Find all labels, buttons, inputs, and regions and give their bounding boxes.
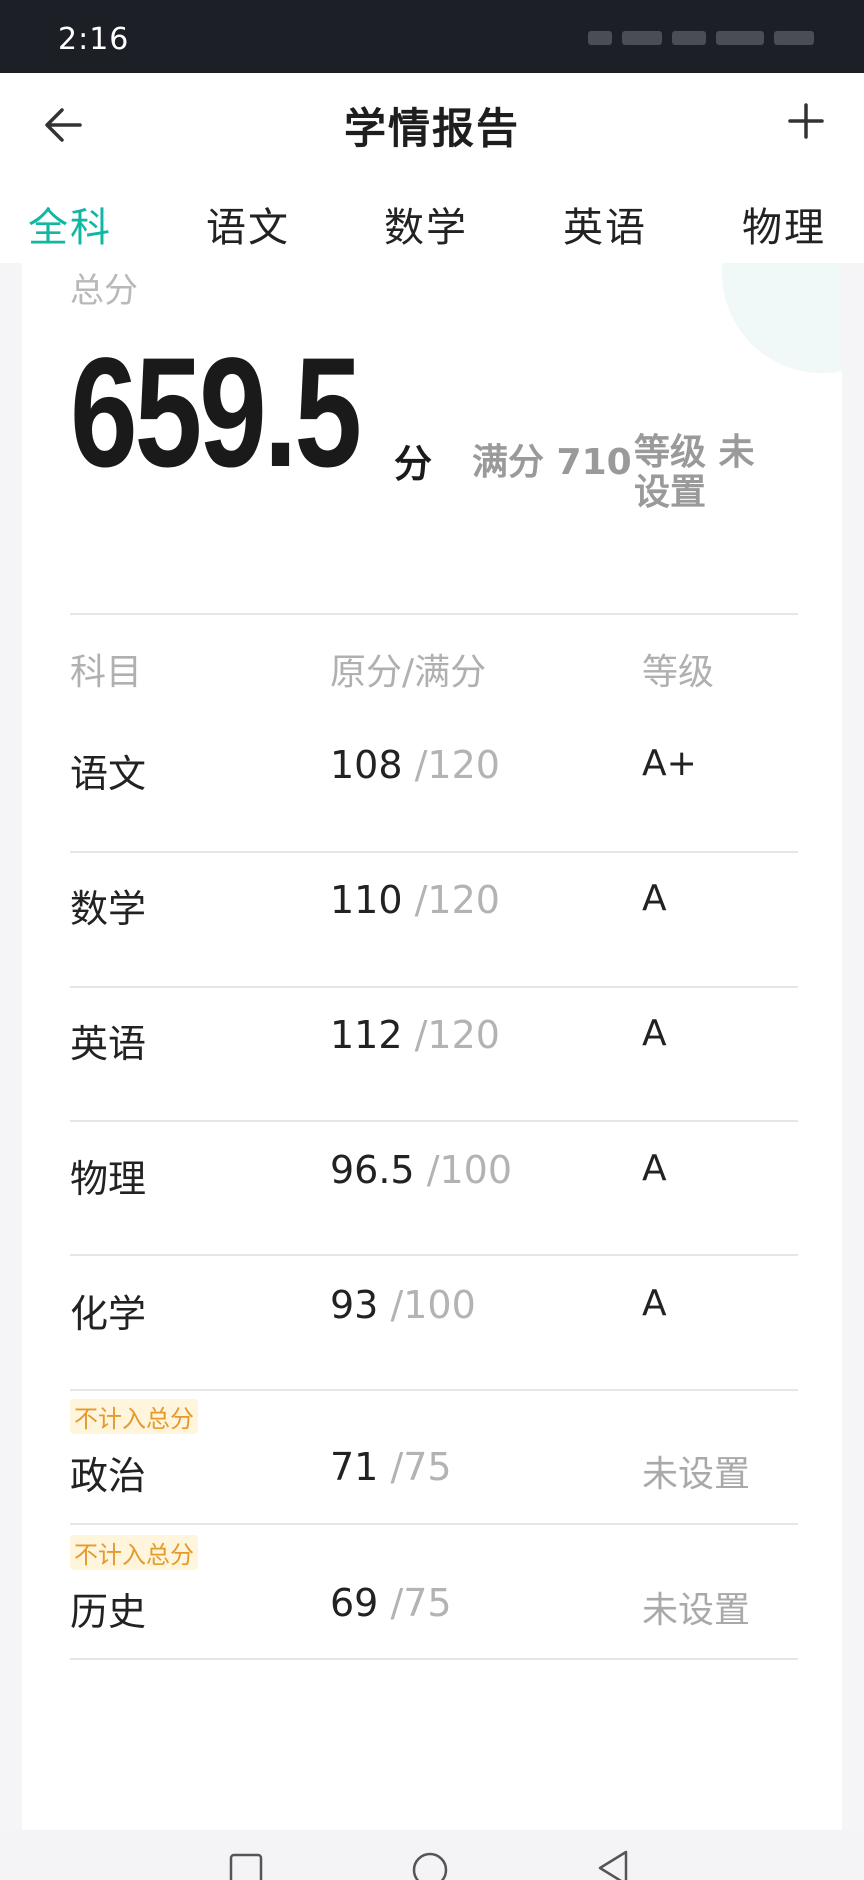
row-grade: 未设置 xyxy=(642,1590,751,1631)
full-score: /120 xyxy=(414,878,500,922)
tab-chinese[interactable]: 语文 xyxy=(206,195,290,253)
row-score: 69 /75 xyxy=(330,1581,452,1625)
full-score: /120 xyxy=(414,1013,500,1057)
row-score: 108 /120 xyxy=(330,743,500,787)
divider xyxy=(70,1523,798,1525)
tab-english[interactable]: 英语 xyxy=(563,195,647,253)
divider xyxy=(70,1389,798,1391)
network-icon xyxy=(622,31,662,45)
total-score-label: 总分 xyxy=(70,271,138,311)
row-score: 93 /100 xyxy=(330,1283,476,1327)
row-subject: 历史 xyxy=(70,1590,147,1634)
row-grade: 未设置 xyxy=(642,1454,751,1495)
not-counted-badge: 不计入总分 xyxy=(70,1535,198,1570)
system-navigation-bar xyxy=(0,1830,864,1880)
subject-tab-bar: 全科 语文 数学 英语 物理 xyxy=(0,173,864,263)
row-grade: A xyxy=(642,1013,667,1054)
not-counted-badge: 不计入总分 xyxy=(70,1399,198,1434)
status-bar: 2:16 xyxy=(0,0,864,73)
full-score: /100 xyxy=(426,1148,513,1192)
row-subject: 政治 xyxy=(70,1454,147,1498)
divider xyxy=(70,1658,798,1660)
wifi-icon xyxy=(672,31,706,45)
row-subject: 物理 xyxy=(70,1157,147,1201)
recent-apps-icon[interactable] xyxy=(228,1852,264,1880)
raw-score: 93 xyxy=(330,1283,379,1327)
add-icon[interactable] xyxy=(784,99,828,143)
page-title: 学情报告 xyxy=(343,104,520,153)
row-score: 112 /120 xyxy=(330,1013,500,1057)
tab-physics[interactable]: 物理 xyxy=(742,195,826,253)
report-card: 总分 659.5 分 满分 710 等级 未设置 科目 原分/满分 等级 语文 … xyxy=(22,263,842,1830)
row-grade: A xyxy=(642,1148,667,1189)
raw-score: 71 xyxy=(330,1445,379,1489)
full-score-value: 满分 710 xyxy=(472,442,632,483)
row-grade: A xyxy=(642,1283,667,1324)
raw-score: 110 xyxy=(330,878,403,922)
column-header-subject: 科目 xyxy=(70,652,143,693)
row-subject: 数学 xyxy=(70,887,147,931)
raw-score: 112 xyxy=(330,1013,403,1057)
column-header-grade: 等级 xyxy=(642,652,715,693)
row-subject: 语文 xyxy=(70,752,147,796)
total-score-value: 659.5 xyxy=(70,326,362,500)
row-score: 110 /120 xyxy=(330,878,500,922)
nav-bar: 学情报告 xyxy=(0,73,864,173)
divider xyxy=(70,613,798,615)
full-score: /75 xyxy=(390,1445,452,1489)
status-icons xyxy=(574,26,814,50)
score-unit: 分 xyxy=(394,442,433,486)
row-score: 71 /75 xyxy=(330,1445,452,1489)
divider xyxy=(70,851,798,853)
raw-score: 96.5 xyxy=(330,1148,415,1192)
full-score: /100 xyxy=(390,1283,476,1327)
tab-all[interactable]: 全科 xyxy=(28,195,112,253)
signal-icon xyxy=(588,31,612,45)
row-grade: A+ xyxy=(642,743,697,784)
battery-icon xyxy=(774,31,814,45)
row-subject: 英语 xyxy=(70,1022,147,1066)
raw-score: 108 xyxy=(330,743,403,787)
row-score: 96.5 /100 xyxy=(330,1148,512,1192)
row-grade: A xyxy=(642,878,667,919)
home-icon[interactable] xyxy=(410,1850,450,1880)
column-header-score: 原分/满分 xyxy=(330,652,487,693)
divider xyxy=(70,1120,798,1122)
row-subject: 化学 xyxy=(70,1292,147,1336)
tab-math[interactable]: 数学 xyxy=(384,195,468,253)
data-speed-icon xyxy=(716,31,764,45)
back-nav-icon[interactable] xyxy=(594,1848,634,1880)
full-score: /75 xyxy=(390,1581,452,1625)
divider xyxy=(70,986,798,988)
decorative-circle xyxy=(722,263,842,373)
divider xyxy=(70,1254,798,1256)
full-score-text: 满分 710 xyxy=(472,433,632,485)
status-time: 2:16 xyxy=(58,22,130,57)
grade-status-text: 等级 未设置 xyxy=(634,432,755,513)
raw-score: 69 xyxy=(330,1581,379,1625)
full-score: /120 xyxy=(414,743,500,787)
